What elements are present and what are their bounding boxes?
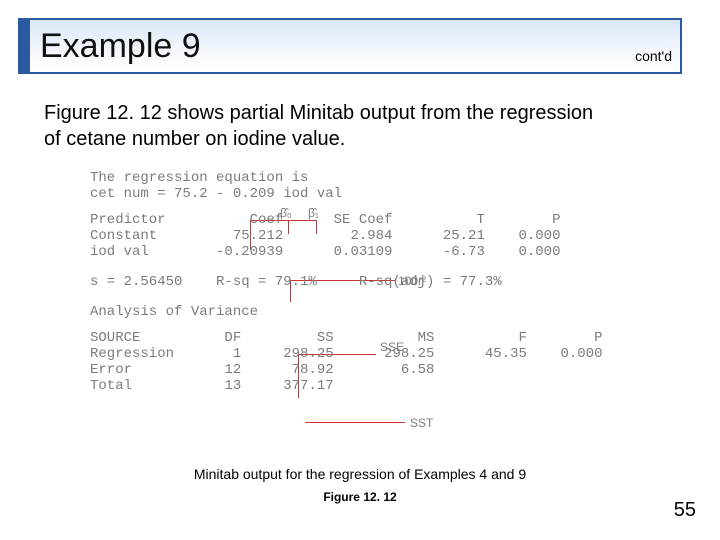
continued-label: cont'd <box>635 48 672 64</box>
page-number: 55 <box>674 499 696 522</box>
coef-header: Predictor Coef SE Coef T P <box>90 212 640 228</box>
anova-regression: Regression 1 298.25 298.25 45.35 0.000 <box>90 346 640 362</box>
minitab-output: The regression equation is cet num = 75.… <box>90 170 640 394</box>
output-line: The regression equation is <box>90 170 640 186</box>
slide: Example 9 cont'd Figure 12. 12 shows par… <box>0 0 720 540</box>
coef-row-iodval: iod val -0.20939 0.03109 -6.73 0.000 <box>90 244 640 260</box>
page-title: Example 9 <box>40 27 201 66</box>
stats-line: s = 2.56450 R-sq = 79.1% R-sq(adj) = 77.… <box>90 274 640 290</box>
figure-number: Figure 12. 12 <box>0 490 720 504</box>
body-paragraph: Figure 12. 12 shows partial Minitab outp… <box>44 100 604 152</box>
sst-annotation: SST <box>410 416 433 430</box>
spacer <box>90 290 640 304</box>
annotation-line <box>305 422 405 423</box>
coef-row-constant: Constant 75.212 2.984 25.21 0.000 <box>90 228 640 244</box>
spacer <box>90 260 640 274</box>
spacer <box>90 320 640 330</box>
anova-title: Analysis of Variance <box>90 304 640 320</box>
anova-header: SOURCE DF SS MS F P <box>90 330 640 346</box>
title-inner: Example 9 <box>20 20 680 72</box>
figure-caption: Minitab output for the regression of Exa… <box>0 466 720 482</box>
anova-error: Error 12 78.92 6.58 <box>90 362 640 378</box>
spacer <box>90 202 640 212</box>
output-equation: cet num = 75.2 - 0.209 iod val <box>90 186 640 202</box>
title-box: Example 9 <box>18 18 682 74</box>
anova-total: Total 13 377.17 <box>90 378 640 394</box>
title-accent <box>20 20 30 72</box>
